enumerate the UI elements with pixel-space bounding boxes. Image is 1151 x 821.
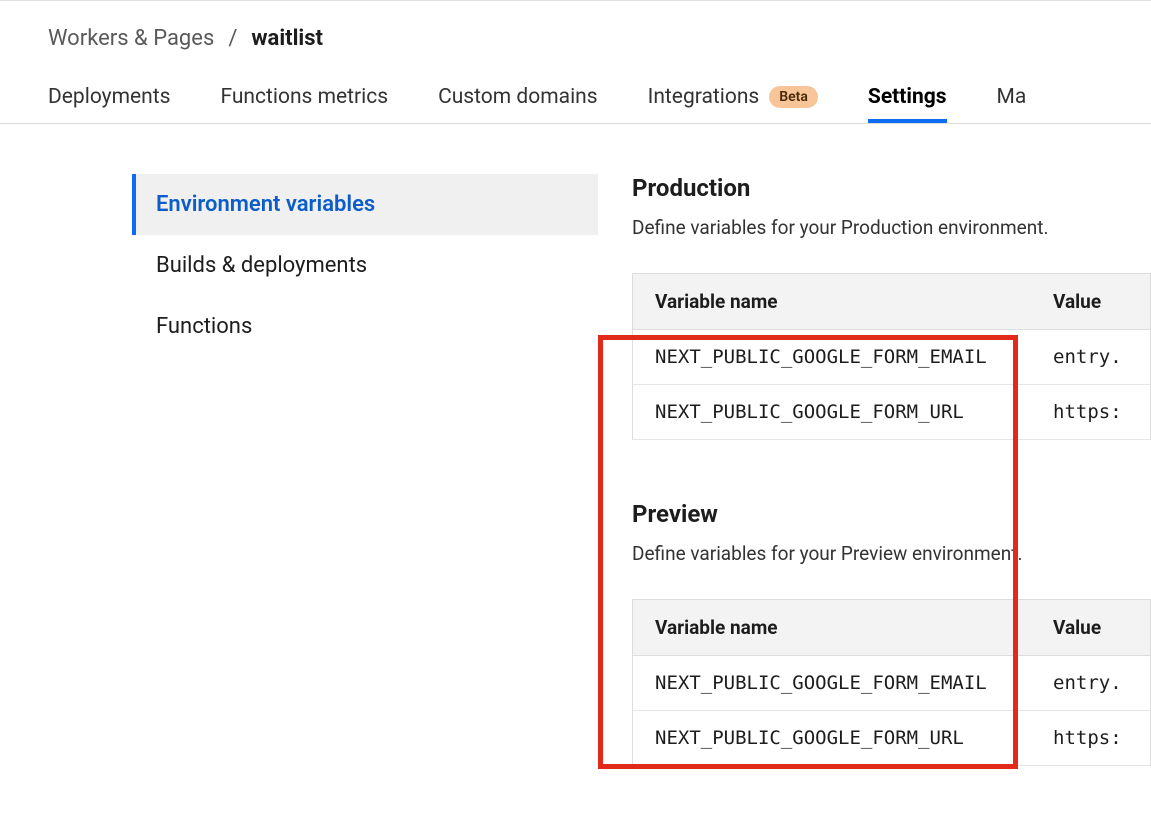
var-value: https:: [1053, 711, 1150, 765]
preview-title: Preview: [632, 500, 1151, 528]
header-value: Value: [1053, 274, 1150, 329]
var-value: entry.: [1053, 656, 1150, 710]
tab-label: Integrations: [648, 85, 760, 109]
production-title: Production: [632, 174, 1151, 202]
var-name: NEXT_PUBLIC_GOOGLE_FORM_URL: [633, 711, 1053, 765]
tab-label: Deployments: [48, 85, 170, 109]
main-panel: Production Define variables for your Pro…: [598, 174, 1151, 766]
tab-deployments[interactable]: Deployments: [48, 71, 170, 123]
tab-integrations[interactable]: Integrations Beta: [648, 71, 818, 123]
sidebar-item-builds[interactable]: Builds & deployments: [132, 235, 598, 296]
var-name: NEXT_PUBLIC_GOOGLE_FORM_EMAIL: [633, 330, 1053, 384]
table-row: NEXT_PUBLIC_GOOGLE_FORM_EMAIL entry.: [633, 330, 1150, 385]
var-value: entry.: [1053, 330, 1150, 384]
sidebar-item-label: Builds & deployments: [156, 253, 367, 278]
header-value: Value: [1053, 600, 1150, 655]
tab-custom-domains[interactable]: Custom domains: [438, 71, 598, 123]
sidebar-item-label: Functions: [156, 314, 252, 339]
var-name: NEXT_PUBLIC_GOOGLE_FORM_URL: [633, 385, 1053, 439]
sidebar-item-env-vars[interactable]: Environment variables: [132, 174, 598, 235]
production-desc: Define variables for your Production env…: [632, 216, 1151, 239]
tab-label: Settings: [868, 85, 947, 109]
tabs-bar: Deployments Functions metrics Custom dom…: [0, 71, 1151, 124]
table-row: NEXT_PUBLIC_GOOGLE_FORM_URL https:: [633, 385, 1150, 440]
tab-partial[interactable]: Ma: [997, 71, 1027, 123]
breadcrumb-parent[interactable]: Workers & Pages: [48, 26, 214, 51]
settings-sidebar: Environment variables Builds & deploymen…: [0, 174, 598, 766]
tab-settings[interactable]: Settings: [868, 71, 947, 123]
breadcrumb: Workers & Pages / waitlist: [0, 1, 1151, 71]
preview-desc: Define variables for your Preview enviro…: [632, 542, 1151, 565]
sidebar-item-label: Environment variables: [156, 192, 375, 217]
table-header: Variable name Value: [633, 274, 1150, 330]
header-variable-name: Variable name: [633, 274, 1053, 329]
tab-label: Custom domains: [438, 85, 598, 109]
breadcrumb-current: waitlist: [251, 26, 323, 51]
header-variable-name: Variable name: [633, 600, 1053, 655]
preview-table: Variable name Value NEXT_PUBLIC_GOOGLE_F…: [632, 599, 1151, 766]
var-value: https:: [1053, 385, 1150, 439]
breadcrumb-separator: /: [228, 26, 237, 51]
var-name: NEXT_PUBLIC_GOOGLE_FORM_EMAIL: [633, 656, 1053, 710]
table-row: NEXT_PUBLIC_GOOGLE_FORM_URL https:: [633, 711, 1150, 766]
tab-label: Ma: [997, 85, 1027, 109]
table-header: Variable name Value: [633, 600, 1150, 656]
beta-badge: Beta: [769, 86, 818, 108]
tab-label: Functions metrics: [220, 85, 388, 109]
table-row: NEXT_PUBLIC_GOOGLE_FORM_EMAIL entry.: [633, 656, 1150, 711]
sidebar-item-functions[interactable]: Functions: [132, 296, 598, 357]
production-table: Variable name Value NEXT_PUBLIC_GOOGLE_F…: [632, 273, 1151, 440]
tab-functions-metrics[interactable]: Functions metrics: [220, 71, 388, 123]
